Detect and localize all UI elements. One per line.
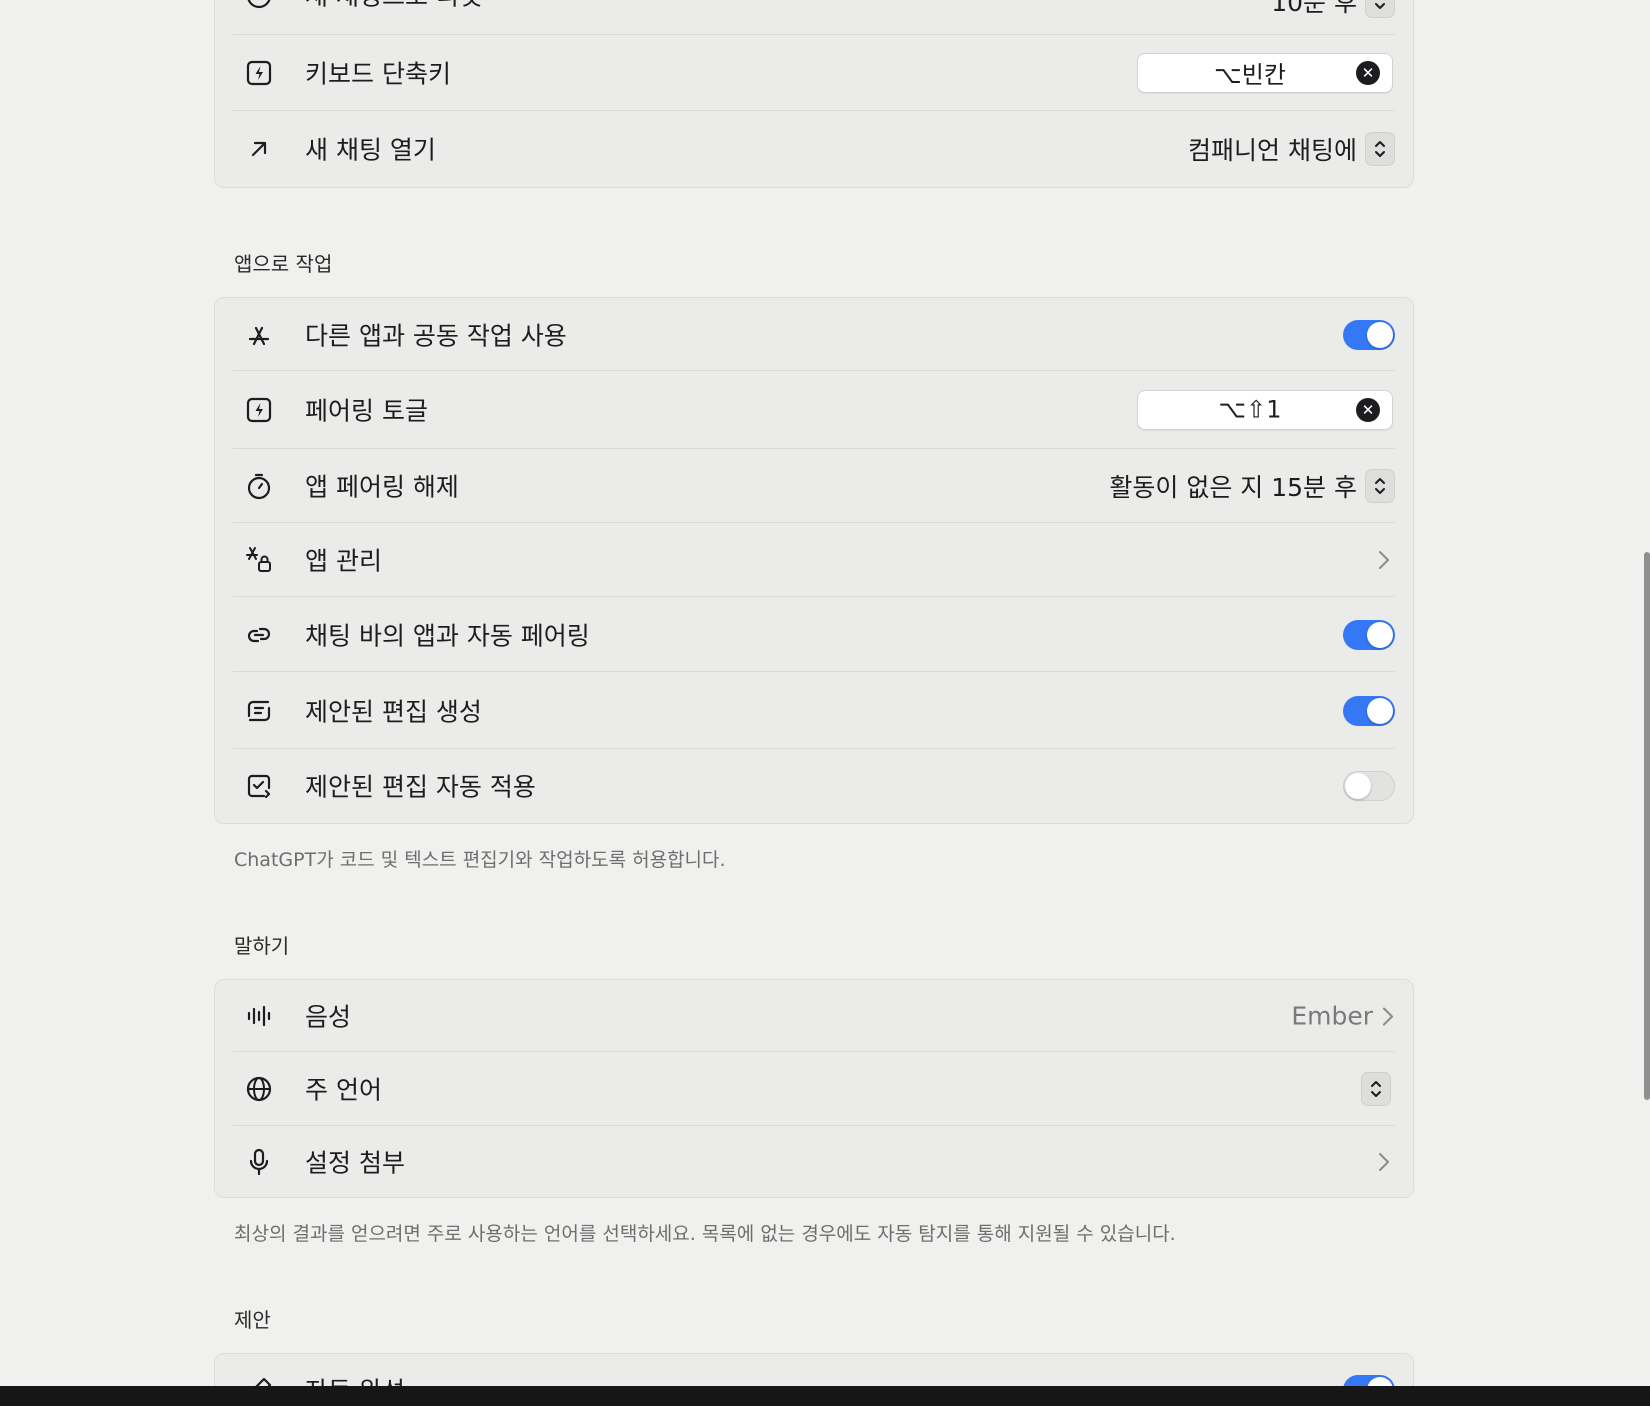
suggestions-card: 자동 완성 xyxy=(214,1353,1414,1386)
open-new-chat-popup[interactable]: 컴패니언 채팅에 xyxy=(1188,131,1395,167)
lightning-square-icon xyxy=(243,57,275,89)
unpair-app-row: 앱 페어링 해제 활동이 없은 지 15분 후 xyxy=(233,449,1395,523)
waveform-icon xyxy=(243,1000,275,1032)
pairing-shortcut-recorder[interactable]: ⌥⇧1 ✕ xyxy=(1137,390,1393,430)
primary-language-popup[interactable] xyxy=(1353,1072,1391,1106)
timer-icon xyxy=(243,0,275,11)
checkbox-arrow-icon xyxy=(243,770,275,802)
reset-to-new-chat-value: 10분 후 xyxy=(1271,0,1357,17)
work-with-apps-title: 앱으로 작업 xyxy=(234,252,333,276)
speech-card: 음성 Ember 주 언어 설정 첨부 xyxy=(214,979,1414,1198)
chevron-right-icon xyxy=(1383,1007,1393,1025)
lightning-square-icon xyxy=(243,394,275,426)
clear-shortcut-icon[interactable]: ✕ xyxy=(1356,398,1380,422)
unpair-app-popup[interactable]: 활동이 없은 지 15분 후 xyxy=(1109,468,1395,504)
reset-to-new-chat-label: 새 채팅으로 리셋 xyxy=(305,0,482,12)
pencil-icon xyxy=(243,1374,275,1386)
open-new-chat-row: 새 채팅 열기 컴패니언 채팅에 xyxy=(233,111,1395,187)
app-store-icon xyxy=(243,319,275,351)
keyboard-shortcut-recorder[interactable]: ⌥빈칸 ✕ xyxy=(1137,53,1393,93)
bottom-bar xyxy=(0,1386,1650,1406)
auto-pair-row: 채팅 바의 앱과 자동 페어링 xyxy=(233,597,1395,672)
microphone-icon xyxy=(243,1146,275,1178)
keyboard-shortcut-row: 키보드 단축키 ⌥빈칸 ✕ xyxy=(233,35,1395,111)
generate-edits-row: 제안된 편집 생성 xyxy=(233,672,1395,749)
auto-pair-toggle[interactable] xyxy=(1343,619,1395,650)
open-new-chat-value: 컴패니언 채팅에 xyxy=(1188,136,1357,165)
keyboard-shortcut-keys: ⌥빈칸 xyxy=(1214,60,1286,89)
stopwatch-icon xyxy=(243,470,275,502)
attach-settings-row[interactable]: 설정 첨부 xyxy=(233,1126,1395,1198)
autocomplete-toggle[interactable] xyxy=(1343,1375,1395,1386)
unpair-app-label: 앱 페어링 해제 xyxy=(305,472,459,502)
keyboard-shortcut-label: 키보드 단축키 xyxy=(305,59,451,89)
up-down-chevron-icon xyxy=(1361,1072,1391,1106)
up-down-chevron-icon xyxy=(1365,469,1395,503)
voice-value: Ember xyxy=(1291,1001,1373,1031)
link-icon xyxy=(243,619,275,651)
vertical-scrollbar[interactable] xyxy=(1644,552,1650,1100)
speech-footnote: 최상의 결과를 얻으려면 주로 사용하는 언어를 선택하세요. 목록에 없는 경… xyxy=(234,1223,1176,1245)
manage-apps-label: 앱 관리 xyxy=(305,546,382,576)
app-collaboration-row: 다른 앱과 공동 작업 사용 xyxy=(233,298,1395,371)
settings-scroll-view[interactable]: 새 채팅으로 리셋 10분 후 키보드 단축키 ⌥빈칸 ✕ 새 채팅 열기 컴패… xyxy=(0,0,1650,1386)
pairing-toggle-label: 페어링 토글 xyxy=(305,396,428,426)
attach-settings-label: 설정 첨부 xyxy=(305,1148,405,1178)
work-with-apps-footnote: ChatGPT가 코드 및 텍스트 편집기와 작업하도록 허용합니다. xyxy=(234,849,726,871)
suggestions-title: 제안 xyxy=(234,1308,271,1332)
reset-to-new-chat-popup[interactable]: 10분 후 xyxy=(1271,0,1395,19)
voice-value-group: Ember xyxy=(1291,1002,1395,1031)
clear-shortcut-icon[interactable]: ✕ xyxy=(1356,61,1380,85)
auto-apply-edits-label: 제안된 편집 자동 적용 xyxy=(305,772,536,802)
auto-apply-edits-toggle[interactable] xyxy=(1343,771,1395,801)
voice-label: 음성 xyxy=(305,1002,352,1032)
pairing-toggle-row: 페어링 토글 ⌥⇧1 ✕ xyxy=(233,371,1395,449)
app-collaboration-toggle[interactable] xyxy=(1343,319,1395,350)
primary-language-row: 주 언어 xyxy=(233,1052,1395,1126)
app-lock-icon xyxy=(243,544,275,576)
arrow-up-right-icon xyxy=(243,133,275,165)
auto-apply-edits-row: 제안된 편집 자동 적용 xyxy=(233,749,1395,823)
companion-settings-card: 새 채팅으로 리셋 10분 후 키보드 단축키 ⌥빈칸 ✕ 새 채팅 열기 컴패… xyxy=(214,0,1414,188)
primary-language-label: 주 언어 xyxy=(305,1075,382,1105)
autocomplete-label: 자동 완성 xyxy=(305,1371,405,1386)
unpair-app-value: 활동이 없은 지 15분 후 xyxy=(1109,473,1357,502)
open-new-chat-label: 새 채팅 열기 xyxy=(305,135,436,165)
app-collaboration-label: 다른 앱과 공동 작업 사용 xyxy=(305,320,567,350)
chevron-right-icon xyxy=(1379,551,1389,569)
work-with-apps-card: 다른 앱과 공동 작업 사용 페어링 토글 ⌥⇧1 ✕ 앱 페어링 해제 활동이… xyxy=(214,297,1414,824)
auto-pair-label: 채팅 바의 앱과 자동 페어링 xyxy=(305,620,590,650)
voice-row[interactable]: 음성 Ember xyxy=(233,980,1395,1052)
pairing-shortcut-keys: ⌥⇧1 xyxy=(1218,395,1282,424)
generate-edits-toggle[interactable] xyxy=(1343,695,1395,726)
suggested-edits-icon xyxy=(243,695,275,727)
chevron-right-icon xyxy=(1379,1153,1389,1171)
globe-icon xyxy=(243,1073,275,1105)
reset-to-new-chat-row: 새 채팅으로 리셋 10분 후 xyxy=(233,0,1395,35)
speech-title: 말하기 xyxy=(234,934,290,958)
up-down-chevron-icon xyxy=(1365,132,1395,166)
up-down-chevron-icon xyxy=(1365,0,1395,18)
generate-edits-label: 제안된 편집 생성 xyxy=(305,696,482,726)
autocomplete-row: 자동 완성 xyxy=(233,1354,1395,1386)
manage-apps-row[interactable]: 앱 관리 xyxy=(233,523,1395,597)
